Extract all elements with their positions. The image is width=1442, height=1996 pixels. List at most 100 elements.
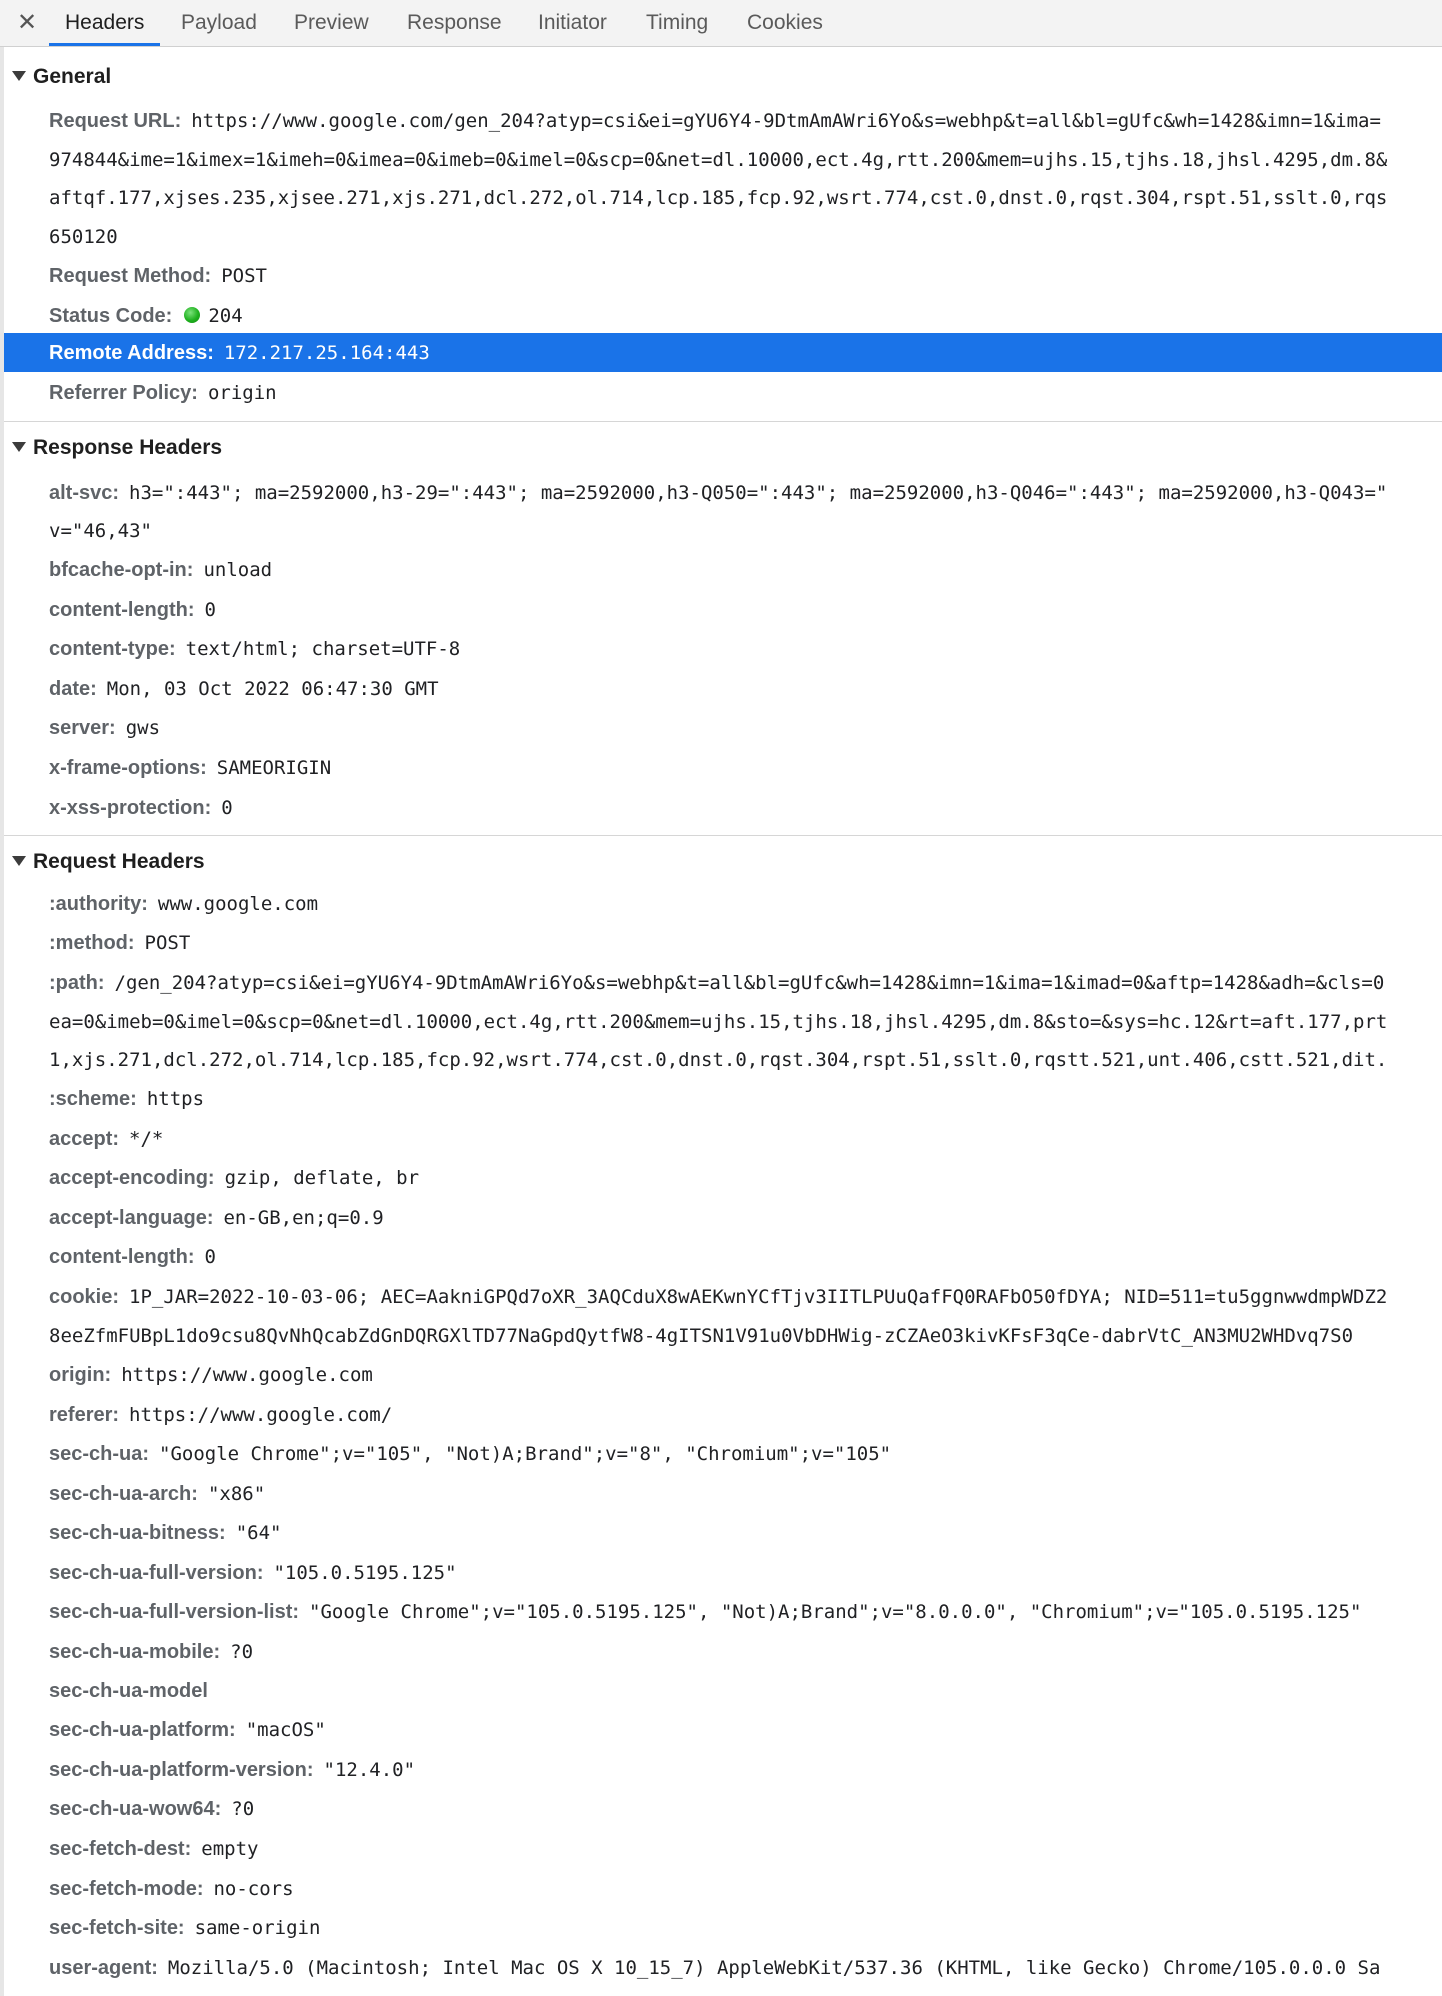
header-row: x-xss-protection: 0 <box>4 788 1442 827</box>
status-ok-icon <box>184 307 201 323</box>
header-row-path: :path: /gen_204?atyp=csi&ei=gYU6Y4-9DtmAm… <box>4 963 1442 1002</box>
header-key: sec-ch-ua-mobile: <box>49 1641 221 1663</box>
header-value: https://www.google.com/ <box>129 1404 393 1426</box>
header-value: en-GB,en;q=0.9 <box>223 1207 384 1229</box>
tab-initiator[interactable]: Initiator <box>522 0 623 46</box>
header-key: :path: <box>49 972 105 994</box>
header-value: https <box>146 1088 205 1110</box>
header-value: SAMEORIGIN <box>216 757 332 779</box>
header-key: sec-fetch-dest: <box>49 1838 192 1860</box>
header-value: empty <box>201 1838 259 1860</box>
header-row: sec-ch-ua-platform: "macOS" <box>4 1710 1442 1749</box>
header-key: sec-ch-ua-platform: <box>49 1719 236 1741</box>
header-key: sec-ch-ua-bitness: <box>49 1522 226 1544</box>
header-row: date: Mon, 03 Oct 2022 06:47:30 GMT <box>4 669 1442 708</box>
tab-timing[interactable]: Timing <box>630 0 724 46</box>
header-key: origin: <box>49 1364 112 1386</box>
header-row-accept-encoding: accept-encoding: gzip, deflate, br <box>4 1158 1442 1197</box>
header-row: sec-ch-ua-full-version: "105.0.5195.125" <box>4 1553 1442 1592</box>
header-key: server: <box>49 717 116 739</box>
header-value: 0 <box>204 1246 216 1268</box>
header-key: Request URL: <box>49 110 182 132</box>
header-row: sec-ch-ua-model <box>4 1671 1442 1710</box>
request-url-continuation: 650120 <box>4 217 1442 256</box>
header-key: sec-fetch-mode: <box>49 1878 204 1900</box>
header-value: https://www.google.com/gen_204?atyp=csi&… <box>191 110 1381 132</box>
header-value: "Google Chrome";v="105.0.5195.125", "Not… <box>309 1601 1362 1623</box>
header-row-continuation: 1,xjs.271,dcl.272,ol.714,lcp.185,fcp.92,… <box>4 1040 1442 1079</box>
header-value: 650120 <box>49 226 118 248</box>
header-row-scheme: :scheme: https <box>4 1079 1442 1118</box>
header-key: date: <box>49 678 97 700</box>
tab-response[interactable]: Response <box>391 0 518 46</box>
header-value: "Google Chrome";v="105", "Not)A;Brand";v… <box>159 1443 892 1465</box>
header-value: no-cors <box>213 1878 294 1900</box>
header-row: sec-ch-ua-full-version-list: "Google Chro… <box>4 1592 1442 1631</box>
tab-payload[interactable]: Payload <box>165 0 273 46</box>
section-divider <box>4 835 1442 836</box>
header-row-continuation: 8eeZfmFUBpL1do9csu8QvNhQcabZdGnDQRGXlTD7… <box>4 1316 1442 1355</box>
header-value: Mozilla/5.0 (Macintosh; Intel Mac OS X 1… <box>167 1957 1381 1979</box>
tab-headers[interactable]: Headers <box>49 0 161 46</box>
header-value: gws <box>125 717 161 739</box>
header-key: :method: <box>49 932 135 954</box>
header-row-alt-svc: alt-svc: h3=":443"; ma=2592000,h3-29=":44… <box>4 473 1442 512</box>
header-row: sec-ch-ua: "Google Chrome";v="105", "Not)… <box>4 1434 1442 1473</box>
request-url-continuation: aftqf.177,xjses.235,xjsee.271,xjs.271,dc… <box>4 178 1442 217</box>
close-icon[interactable]: ✕ <box>12 6 42 40</box>
header-value: unload <box>203 559 273 581</box>
request-url-row: Request URL: https://www.google.com/gen_2… <box>4 101 1442 140</box>
header-row: sec-ch-ua-wow64: ?0 <box>4 1789 1442 1828</box>
header-row-accept-language: accept-language: en-GB,en;q=0.9 <box>4 1198 1442 1237</box>
header-value: 0 <box>221 797 233 819</box>
header-value: POST <box>144 932 191 954</box>
header-key: x-xss-protection: <box>49 797 212 819</box>
header-value: gzip, deflate, br <box>224 1167 420 1189</box>
section-response-headers-header[interactable]: Response Headers <box>4 427 1442 467</box>
header-value: 974844&ime=1&imex=1&imeh=0&imea=0&imeb=0… <box>49 149 1388 171</box>
header-row-accept: accept: */* <box>4 1119 1442 1158</box>
header-value: https://www.google.com <box>121 1364 373 1386</box>
header-row: sec-fetch-mode: no-cors <box>4 1869 1442 1908</box>
header-value: Mon, 03 Oct 2022 06:47:30 GMT <box>106 678 439 700</box>
triangle-down-icon[interactable] <box>12 71 26 81</box>
header-key: accept-encoding: <box>49 1167 215 1189</box>
header-key: Request Method: <box>49 265 212 287</box>
triangle-down-icon[interactable] <box>12 856 26 866</box>
header-row-continuation: ea=0&imeb=0&imel=0&scp=0&net=dl.10000,ec… <box>4 1002 1442 1041</box>
header-key: referer: <box>49 1404 120 1426</box>
header-key: user-agent: <box>49 1957 158 1979</box>
remote-address-row[interactable]: Remote Address: 172.217.25.164:443 <box>4 333 1442 372</box>
header-key: sec-ch-ua: <box>49 1443 150 1465</box>
header-key: :scheme: <box>49 1088 137 1110</box>
header-key: sec-fetch-site: <box>49 1917 185 1939</box>
triangle-down-icon[interactable] <box>12 442 26 452</box>
header-value: 8eeZfmFUBpL1do9csu8QvNhQcabZdGnDQRGXlTD7… <box>49 1325 1354 1347</box>
header-key: Remote Address: <box>49 342 214 364</box>
header-value: 0 <box>204 599 216 621</box>
section-request-headers-header[interactable]: Request Headers <box>4 841 1442 881</box>
section-general-header[interactable]: General <box>4 56 1442 96</box>
section-divider <box>4 421 1442 422</box>
header-key: bfcache-opt-in: <box>49 559 194 581</box>
header-key: cookie: <box>49 1286 120 1308</box>
header-key: content-length: <box>49 1246 195 1268</box>
header-value: "x86" <box>207 1483 266 1505</box>
tab-preview[interactable]: Preview <box>278 0 385 46</box>
header-value: ea=0&imeb=0&imel=0&scp=0&net=dl.10000,ec… <box>49 1011 1388 1033</box>
header-key: x-frame-options: <box>49 757 207 779</box>
header-key: Status Code: <box>49 305 173 327</box>
header-row: user-agent: Mozilla/5.0 (Macintosh; Intel… <box>4 1948 1442 1987</box>
header-key: sec-ch-ua-platform-version: <box>49 1759 314 1781</box>
header-value: www.google.com <box>157 893 319 915</box>
header-row-authority: :authority: www.google.com <box>4 884 1442 923</box>
tab-cookies[interactable]: Cookies <box>731 0 839 46</box>
header-row: sec-ch-ua-arch: "x86" <box>4 1474 1442 1513</box>
header-row: sec-ch-ua-platform-version: "12.4.0" <box>4 1750 1442 1789</box>
header-row: sec-fetch-site: same-origin <box>4 1908 1442 1947</box>
header-row-cookie: cookie: 1P_JAR=2022-10-03-06; AEC=AakniGP… <box>4 1277 1442 1316</box>
devtools-tab-bar: ✕ Headers Payload Preview Response Initi… <box>0 0 1442 47</box>
header-row: content-type: text/html; charset=UTF-8 <box>4 629 1442 668</box>
request-method-row: Request Method: POST <box>4 256 1442 295</box>
header-value: origin <box>207 382 277 404</box>
